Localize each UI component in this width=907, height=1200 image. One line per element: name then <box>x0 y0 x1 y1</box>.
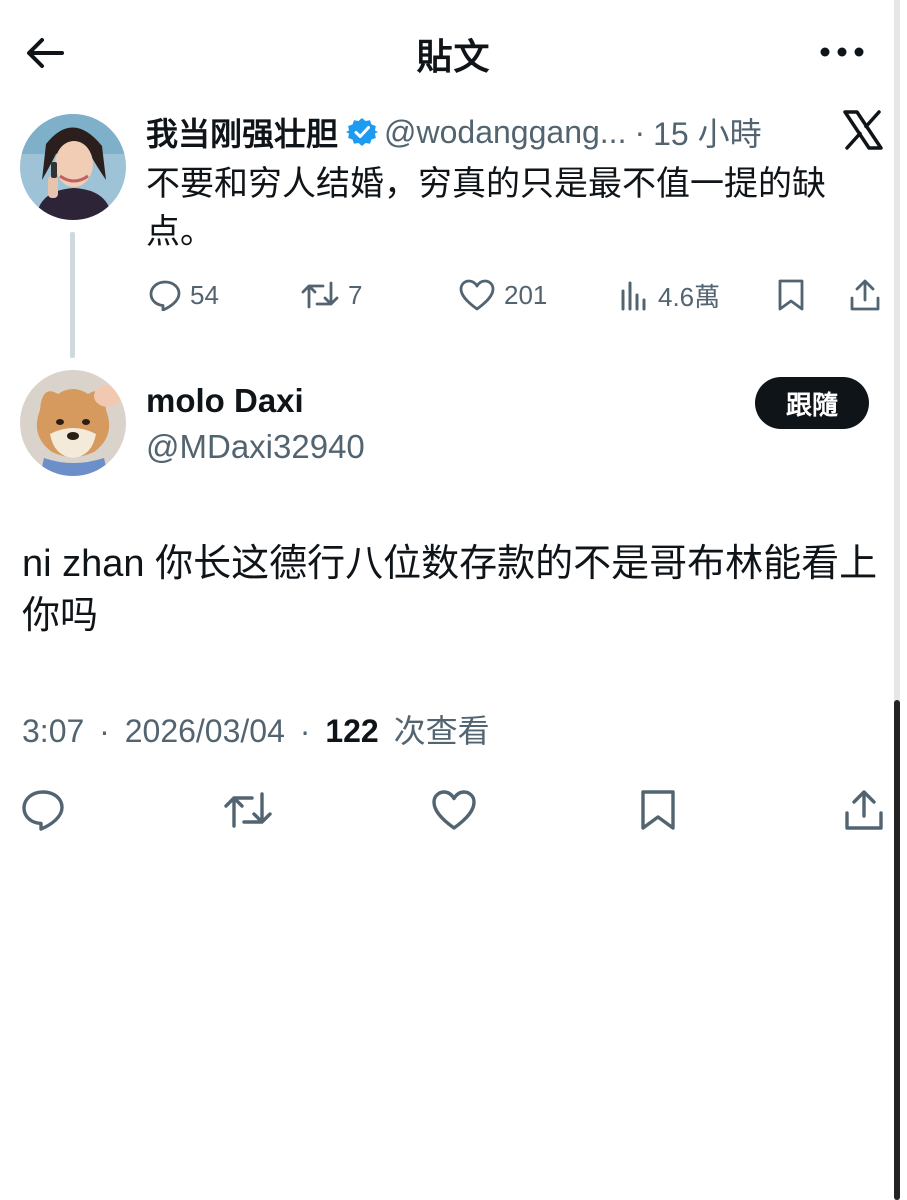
original-post-text: 不要和穷人结婚，穷真的只是最不值一提的缺点。 <box>146 165 826 251</box>
separator-dot: · <box>634 113 646 150</box>
like-action[interactable]: 201 <box>458 278 547 312</box>
page-title: 貼文 <box>416 36 491 77</box>
repost-count: 7 <box>348 279 363 310</box>
views-count: 4.6萬 <box>658 281 721 312</box>
view-count: 122 <box>325 713 379 749</box>
post-time[interactable]: 3:07 <box>22 713 84 749</box>
reply-action[interactable]: 54 <box>148 278 219 312</box>
original-post-time[interactable]: 15 小時 <box>653 109 762 155</box>
separator-dot: · <box>299 713 311 749</box>
reply-author-avatar[interactable] <box>20 370 126 476</box>
reply-count: 54 <box>190 279 219 310</box>
main-share-button[interactable] <box>842 788 886 837</box>
original-author-handle[interactable]: @wodanggang... <box>384 114 626 151</box>
view-label: 次查看 <box>393 713 490 749</box>
original-author-avatar[interactable] <box>20 114 126 220</box>
like-icon <box>432 790 476 830</box>
bookmark-icon <box>778 279 804 311</box>
reply-author-handle[interactable]: @MDaxi32940 <box>146 428 365 466</box>
thread-connector-line <box>70 232 75 358</box>
reply-icon <box>22 790 64 831</box>
top-bar: 貼文 <box>0 0 907 100</box>
main-like-button[interactable] <box>430 788 478 837</box>
repost-action[interactable]: 7 <box>300 278 362 312</box>
post-date[interactable]: 2026/03/04 <box>125 713 285 749</box>
more-options-icon[interactable] <box>818 44 866 60</box>
repost-icon <box>224 792 272 828</box>
views-chart-icon <box>621 281 646 311</box>
share-icon <box>845 790 883 830</box>
share-action[interactable] <box>848 278 890 312</box>
main-repost-button[interactable] <box>222 788 274 837</box>
repost-icon <box>301 281 339 309</box>
verified-badge-icon <box>346 118 379 146</box>
original-post-header: 我当刚强壮胆 @wodanggang... · 15 小時 <box>146 109 762 155</box>
like-icon <box>459 279 495 311</box>
main-reply-button[interactable] <box>20 788 66 837</box>
follow-button[interactable]: 跟隨 <box>755 377 869 429</box>
separator-dot: · <box>99 713 110 749</box>
post-meta: 3:07 · 2026/03/04 · 122 次查看 <box>22 706 490 752</box>
x-logo-icon <box>843 110 883 150</box>
scrollbar-thumb[interactable] <box>894 700 900 1200</box>
main-bookmark-button[interactable] <box>638 788 678 837</box>
original-author-name[interactable]: 我当刚强壮胆 <box>146 109 338 155</box>
reply-text: ni zhan 你长这德行八位数存款的不是哥布林能看上你吗 <box>22 543 878 637</box>
views-action[interactable]: 4.6萬 <box>618 278 720 312</box>
reply-author-name[interactable]: molo Daxi <box>146 382 304 420</box>
bookmark-icon <box>641 790 675 830</box>
share-icon <box>850 279 880 311</box>
like-count: 201 <box>504 279 548 310</box>
reply-icon <box>149 280 181 311</box>
bookmark-action[interactable] <box>776 278 814 312</box>
